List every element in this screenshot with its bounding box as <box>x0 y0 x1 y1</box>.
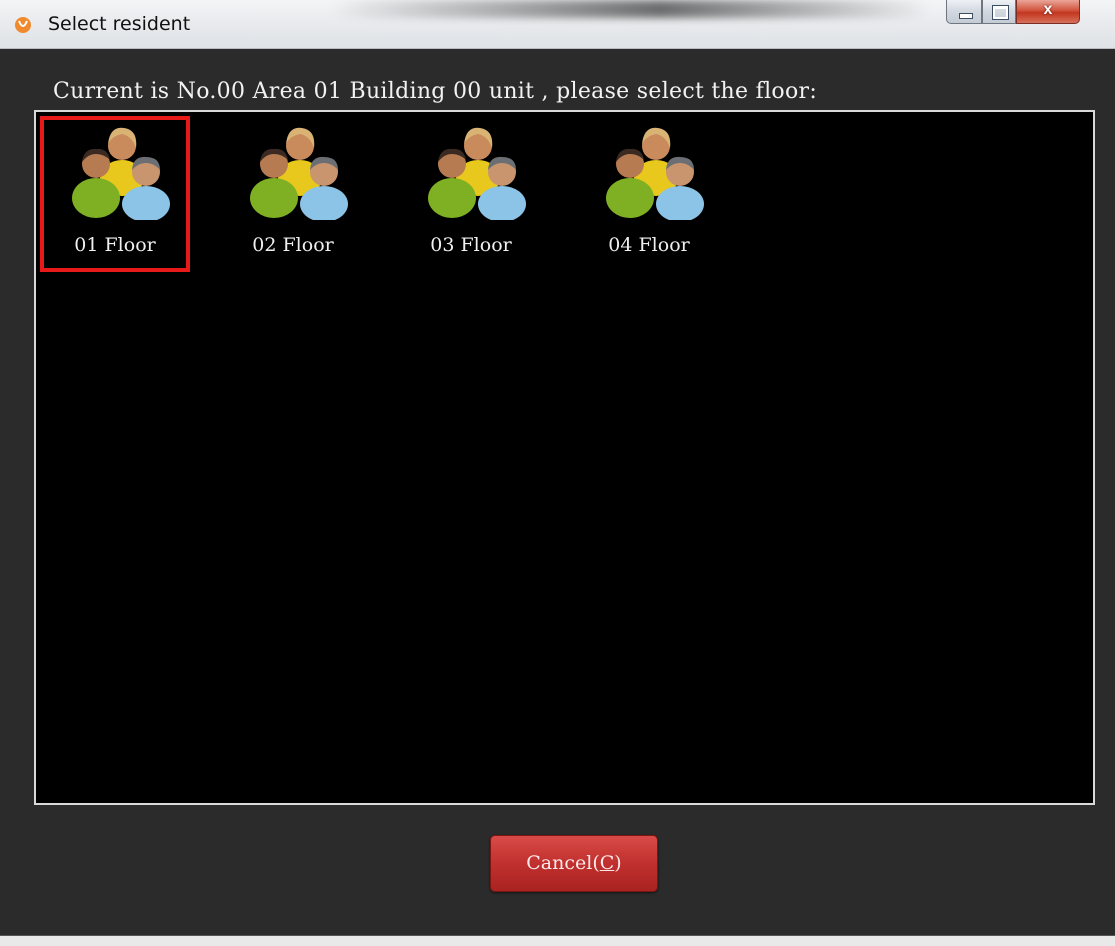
residents-group-icon <box>72 127 170 220</box>
select-resident-dialog: Select resident x Current is No.00 Area … <box>0 0 1115 946</box>
minimize-icon <box>959 13 973 19</box>
floor-item-01[interactable]: 01 Floor <box>40 116 190 272</box>
cancel-label-suffix: ) <box>614 852 622 874</box>
residents-group-icon <box>250 127 348 220</box>
floor-label: 02 Floor <box>252 234 334 256</box>
cancel-button[interactable]: Cancel(C) <box>490 835 658 892</box>
minimize-button[interactable] <box>946 0 982 24</box>
floor-selection-prompt: Current is No.00 Area 01 Building 00 uni… <box>53 79 818 104</box>
floor-list-panel: 01 Floor 02 Floor 03 Floor 04 Floor <box>34 110 1095 805</box>
residents-group-icon <box>428 127 526 220</box>
title-bar[interactable]: Select resident x <box>0 0 1115 49</box>
floor-item-03[interactable]: 03 Floor <box>396 116 546 272</box>
floor-label: 01 Floor <box>74 234 156 256</box>
close-button[interactable]: x <box>1016 0 1080 24</box>
floor-label: 03 Floor <box>430 234 512 256</box>
maximize-button[interactable] <box>982 0 1016 24</box>
window-title: Select resident <box>48 13 191 35</box>
floor-item-04[interactable]: 04 Floor <box>574 116 724 272</box>
cancel-mnemonic: C <box>599 852 615 874</box>
close-icon: x <box>1043 1 1053 18</box>
cancel-label-prefix: Cancel( <box>526 852 600 874</box>
maximize-icon <box>992 5 1009 20</box>
floor-label: 04 Floor <box>608 234 690 256</box>
window-bottom-edge <box>0 935 1115 946</box>
app-logo-icon <box>15 17 31 33</box>
floor-item-02[interactable]: 02 Floor <box>218 116 368 272</box>
residents-group-icon <box>606 127 704 220</box>
